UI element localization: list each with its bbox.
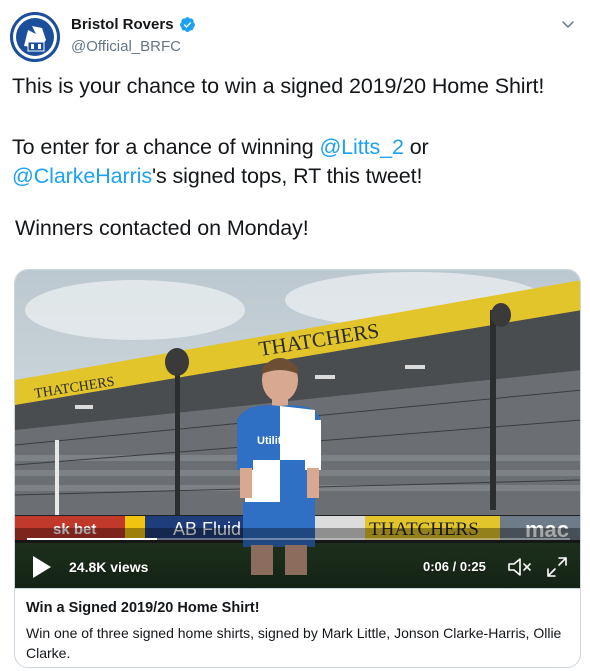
video-progress-fill bbox=[27, 538, 158, 540]
video-player[interactable]: THATCHERS THATCHERS sk bet AB Fluid THAT… bbox=[15, 270, 580, 588]
fullscreen-icon[interactable] bbox=[545, 555, 569, 579]
chevron-down-icon[interactable] bbox=[560, 16, 576, 32]
club-crest-icon bbox=[10, 12, 60, 62]
card-info[interactable]: Win a Signed 2019/20 Home Shirt! Win one… bbox=[15, 588, 580, 667]
video-frame: THATCHERS THATCHERS sk bet AB Fluid THAT… bbox=[15, 270, 580, 588]
video-controls: 24.8K views 0:06 / 0:25 bbox=[15, 550, 580, 588]
tweet-text-line: @ClarkeHarris's signed tops, RT this twe… bbox=[12, 162, 580, 191]
avatar[interactable] bbox=[10, 12, 60, 62]
verified-badge-icon bbox=[179, 17, 195, 32]
video-progress-bar[interactable] bbox=[27, 538, 570, 540]
author-name-row[interactable]: Bristol Rovers bbox=[71, 16, 196, 33]
author-display-name[interactable]: Bristol Rovers bbox=[71, 16, 174, 33]
video-time: 0:06 / 0:25 bbox=[423, 559, 486, 574]
media-card[interactable]: THATCHERS THATCHERS sk bet AB Fluid THAT… bbox=[14, 269, 581, 668]
tweet-text-segment: To enter for a chance of winning bbox=[12, 135, 320, 159]
tweet: Bristol Rovers @Official_BRFC This is yo… bbox=[0, 0, 590, 671]
card-description: Win one of three signed home shirts, sig… bbox=[26, 625, 562, 661]
mute-icon[interactable] bbox=[507, 555, 533, 579]
mention-link-clarkeharris[interactable]: @ClarkeHarris bbox=[12, 164, 152, 188]
view-count: 24.8K views bbox=[69, 559, 149, 575]
tweet-text-line: Winners contacted on Monday! bbox=[15, 216, 309, 240]
card-title: Win a Signed 2019/20 Home Shirt! bbox=[26, 600, 260, 616]
tweet-text-segment: or bbox=[403, 135, 429, 159]
tweet-text-segment: 's signed tops, RT this tweet! bbox=[151, 164, 423, 188]
tweet-text-line: To enter for a chance of winning @Litts_… bbox=[12, 133, 580, 162]
mention-link-litts[interactable]: @Litts_2 bbox=[319, 135, 403, 159]
shirt-sponsor: Utilita bbox=[257, 435, 288, 447]
author-handle[interactable]: @Official_BRFC bbox=[71, 38, 181, 55]
tweet-text-line: This is your chance to win a signed 2019… bbox=[12, 74, 545, 98]
play-icon[interactable] bbox=[31, 554, 53, 580]
